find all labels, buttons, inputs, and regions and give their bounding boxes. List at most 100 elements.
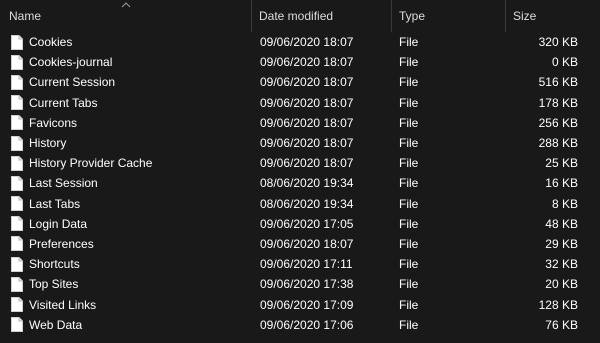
type-value: File [399,156,419,171]
size-cell: 256 KB [506,113,600,133]
date-modified-value: 09/06/2020 17:09 [260,297,354,312]
date-modified-column-header[interactable]: Date modified [252,0,392,32]
file-row[interactable]: Visited Links 09/06/2020 17:09 File 128 … [0,294,600,314]
file-name: Web Data [29,317,83,332]
file-row[interactable]: Cookies 09/06/2020 18:07 File 320 KB [0,32,600,52]
file-name: Login Data [29,216,88,231]
file-icon [11,34,23,50]
file-name: Current Session [29,75,116,90]
file-row[interactable]: Current Tabs 09/06/2020 18:07 File 178 K… [0,93,600,113]
date-modified-value: 09/06/2020 18:07 [260,115,354,130]
date-modified-cell: 09/06/2020 18:07 [252,234,392,254]
type-cell: File [392,113,506,133]
file-row[interactable]: Cookies-journal 09/06/2020 18:07 File 0 … [0,52,600,72]
size-value: 8 KB [551,196,578,211]
size-value: 320 KB [538,35,578,50]
file-name: History Provider Cache [29,156,153,171]
date-modified-value: 09/06/2020 18:07 [260,55,354,70]
type-value: File [399,75,419,90]
file-icon [11,297,23,313]
size-cell: 8 KB [506,194,600,214]
date-modified-cell: 09/06/2020 18:07 [252,133,392,153]
type-value: File [399,95,419,110]
size-column-label: Size [513,9,537,23]
date-modified-cell: 09/06/2020 18:07 [252,72,392,92]
date-modified-cell: 09/06/2020 18:07 [252,153,392,173]
type-cell: File [392,254,506,274]
file-name-cell: Visited Links [0,294,252,314]
date-modified-value: 09/06/2020 18:07 [260,136,354,151]
file-row[interactable]: Current Session 09/06/2020 18:07 File 51… [0,72,600,92]
file-name: Current Tabs [29,95,98,110]
file-icon [11,276,23,292]
type-value: File [399,317,419,332]
size-column-header[interactable]: Size [506,0,600,32]
date-modified-cell: 08/06/2020 19:34 [252,194,392,214]
file-name-cell: Shortcuts [0,254,252,274]
size-value: 128 KB [538,297,578,312]
file-name: Last Session [29,176,98,191]
file-row[interactable]: Top Sites 09/06/2020 17:38 File 20 KB [0,274,600,294]
type-cell: File [392,133,506,153]
size-value: 25 KB [545,156,578,171]
type-cell: File [392,214,506,234]
file-row[interactable]: Login Data 09/06/2020 17:05 File 48 KB [0,214,600,234]
date-modified-cell: 09/06/2020 17:06 [252,315,392,335]
file-name: Favicons [29,115,78,130]
type-value: File [399,176,419,191]
date-modified-value: 08/06/2020 19:34 [260,176,354,191]
size-value: 288 KB [538,136,578,151]
file-row[interactable]: Shortcuts 09/06/2020 17:11 File 32 KB [0,254,600,274]
file-row[interactable]: History 09/06/2020 18:07 File 288 KB [0,133,600,153]
date-modified-value: 08/06/2020 19:34 [260,196,354,211]
date-modified-cell: 09/06/2020 18:07 [252,52,392,72]
name-column-label: Name [9,9,42,23]
date-modified-value: 09/06/2020 17:05 [260,216,354,231]
file-name: Visited Links [29,297,97,312]
type-cell: File [392,32,506,52]
type-column-header[interactable]: Type [392,0,506,32]
date-modified-column-label: Date modified [259,9,334,23]
file-row[interactable]: History Provider Cache 09/06/2020 18:07 … [0,153,600,173]
file-icon [11,317,23,333]
file-icon [11,74,23,90]
size-value: 32 KB [545,257,578,272]
date-modified-cell: 09/06/2020 17:05 [252,214,392,234]
type-value: File [399,115,419,130]
file-icon [11,175,23,191]
file-icon [11,256,23,272]
file-row[interactable]: Preferences 09/06/2020 18:07 File 29 KB [0,234,600,254]
size-cell: 320 KB [506,32,600,52]
file-row[interactable]: Last Session 08/06/2020 19:34 File 16 KB [0,173,600,193]
file-name-cell: Cookies-journal [0,52,252,72]
file-icon [11,54,23,70]
type-cell: File [392,234,506,254]
type-value: File [399,196,419,211]
name-column-header[interactable]: Name [0,0,252,32]
file-row[interactable]: Web Data 09/06/2020 17:06 File 76 KB [0,315,600,335]
file-row[interactable]: Last Tabs 08/06/2020 19:34 File 8 KB [0,194,600,214]
file-explorer-details-view: Name Date modified Type Size Cookies 09/… [0,0,600,343]
file-name: Shortcuts [29,257,80,272]
type-column-label: Type [399,9,426,23]
date-modified-cell: 09/06/2020 18:07 [252,32,392,52]
file-icon [11,196,23,212]
file-row[interactable]: Favicons 09/06/2020 18:07 File 256 KB [0,113,600,133]
size-cell: 32 KB [506,254,600,274]
date-modified-value: 09/06/2020 17:38 [260,277,354,292]
size-cell: 516 KB [506,72,600,92]
date-modified-value: 09/06/2020 18:07 [260,95,354,110]
file-icon [11,135,23,151]
file-list: Cookies 09/06/2020 18:07 File 320 KB Coo… [0,32,600,335]
file-icon [11,115,23,131]
column-header-row: Name Date modified Type Size [0,0,600,32]
date-modified-value: 09/06/2020 17:11 [260,257,353,272]
date-modified-value: 09/06/2020 18:07 [260,156,354,171]
file-name-cell: Last Session [0,173,252,193]
date-modified-value: 09/06/2020 18:07 [260,75,354,90]
file-name: Top Sites [29,277,79,292]
file-name-cell: Last Tabs [0,194,252,214]
size-cell: 48 KB [506,214,600,234]
type-cell: File [392,93,506,113]
size-cell: 20 KB [506,274,600,294]
